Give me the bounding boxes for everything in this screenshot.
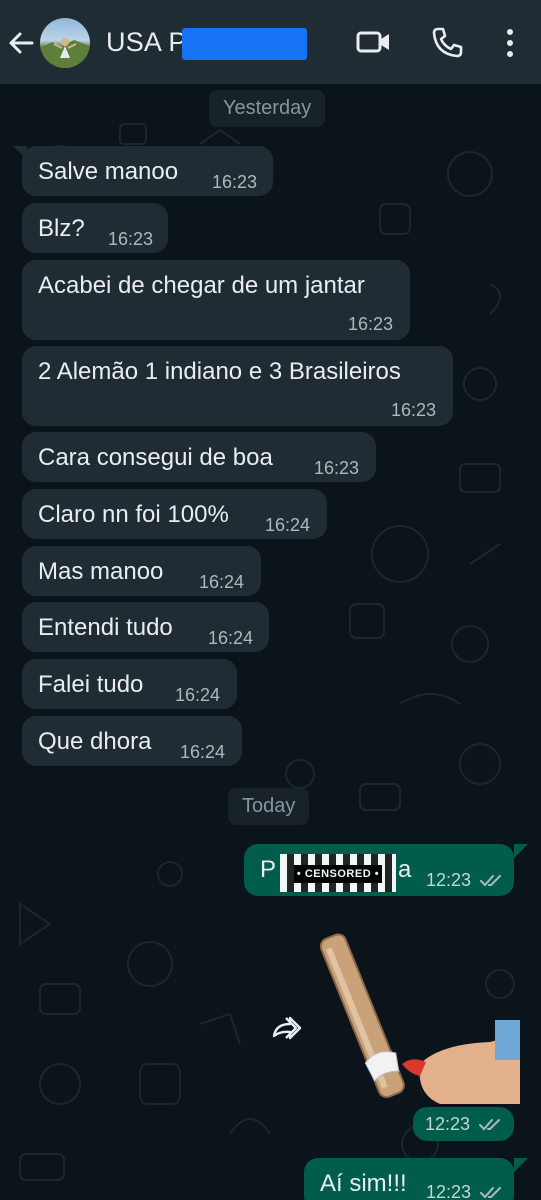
message-text-prefix: P xyxy=(260,856,277,883)
message-time: 16:23 xyxy=(212,172,258,192)
bubble-tail xyxy=(514,844,528,858)
video-call-icon[interactable] xyxy=(356,26,392,58)
message-time-text: 12:23 xyxy=(425,1114,471,1134)
phone-icon[interactable] xyxy=(430,26,464,60)
message-bubble-in[interactable]: Mas manoo 16:24 xyxy=(22,546,261,596)
message-text: Falei tudo xyxy=(38,671,144,698)
message-bubble-in[interactable]: Salve manoo 16:23 xyxy=(22,146,273,196)
message-time: 16:23 xyxy=(391,400,437,420)
message-text: Blz? xyxy=(38,215,85,242)
message-text: Salve manoo xyxy=(38,158,179,185)
message-text: Aí sim!!! xyxy=(320,1170,407,1197)
censored-overlay: • CENSORED • xyxy=(280,854,396,892)
message-bubble-in[interactable]: Que dhora 16:24 xyxy=(22,716,242,766)
message-time: 16:23 xyxy=(314,458,360,478)
message-text-suffix: a xyxy=(398,856,412,883)
message-bubble-out[interactable]: P • CENSORED • a 12:23 xyxy=(244,844,514,896)
message-time: 16:24 xyxy=(265,515,311,535)
sticker-image[interactable] xyxy=(320,924,520,1104)
date-chip-yesterday: Yesterday xyxy=(209,90,326,127)
message-bubble-in[interactable]: 2 Alemão 1 indiano e 3 Brasileiros 16:23 xyxy=(22,346,453,426)
bubble-tail xyxy=(514,1158,528,1172)
message-bubble-in[interactable]: Falei tudo 16:24 xyxy=(22,659,237,709)
message-time: 16:23 xyxy=(348,314,394,334)
sticker-time-chip: 12:23 xyxy=(413,1107,514,1141)
message-time: 16:24 xyxy=(175,685,221,705)
double-check-icon xyxy=(479,1119,501,1131)
message-bubble-in[interactable]: Cara consegui de boa 16:23 xyxy=(22,432,376,482)
message-text: Mas manoo xyxy=(38,558,164,585)
double-check-icon xyxy=(480,1187,502,1199)
double-check-icon xyxy=(480,875,502,887)
message-time-text: 12:23 xyxy=(426,870,472,890)
avatar[interactable] xyxy=(40,18,90,68)
message-time-text: 12:23 xyxy=(426,1182,472,1200)
message-text: Entendi tudo xyxy=(38,614,173,641)
forward-button[interactable] xyxy=(258,1000,314,1056)
redaction-block xyxy=(182,28,307,60)
message-bubble-out[interactable]: Aí sim!!! 12:23 xyxy=(304,1158,514,1200)
message-time: 16:24 xyxy=(208,628,254,648)
message-bubble-in[interactable]: Entendi tudo 16:24 xyxy=(22,602,269,652)
message-time: 12:23 xyxy=(425,1114,503,1135)
censored-label: • CENSORED • xyxy=(294,865,382,883)
chat-header: USA P xyxy=(0,0,541,84)
message-time: 16:24 xyxy=(199,572,245,592)
message-text: Cara consegui de boa xyxy=(38,444,273,471)
message-text: Acabei de chegar de um jantar xyxy=(38,272,365,299)
message-bubble-in[interactable]: Blz? 16:23 xyxy=(22,203,168,253)
forward-icon xyxy=(272,1016,302,1040)
message-time: 12:23 xyxy=(426,870,504,891)
back-arrow-icon[interactable] xyxy=(6,28,36,58)
message-text: Claro nn foi 100% xyxy=(38,501,229,528)
date-chip-today: Today xyxy=(228,788,310,825)
message-text: 2 Alemão 1 indiano e 3 Brasileiros xyxy=(38,358,401,385)
contact-name[interactable]: USA P xyxy=(106,27,187,58)
more-vert-icon[interactable] xyxy=(498,26,522,60)
message-time: 12:23 xyxy=(426,1182,504,1200)
message-time: 16:24 xyxy=(180,742,226,762)
message-time: 16:23 xyxy=(108,229,154,249)
message-bubble-in[interactable]: Claro nn foi 100% 16:24 xyxy=(22,489,327,539)
message-text: Que dhora xyxy=(38,728,152,755)
message-bubble-in[interactable]: Acabei de chegar de um jantar 16:23 xyxy=(22,260,410,340)
